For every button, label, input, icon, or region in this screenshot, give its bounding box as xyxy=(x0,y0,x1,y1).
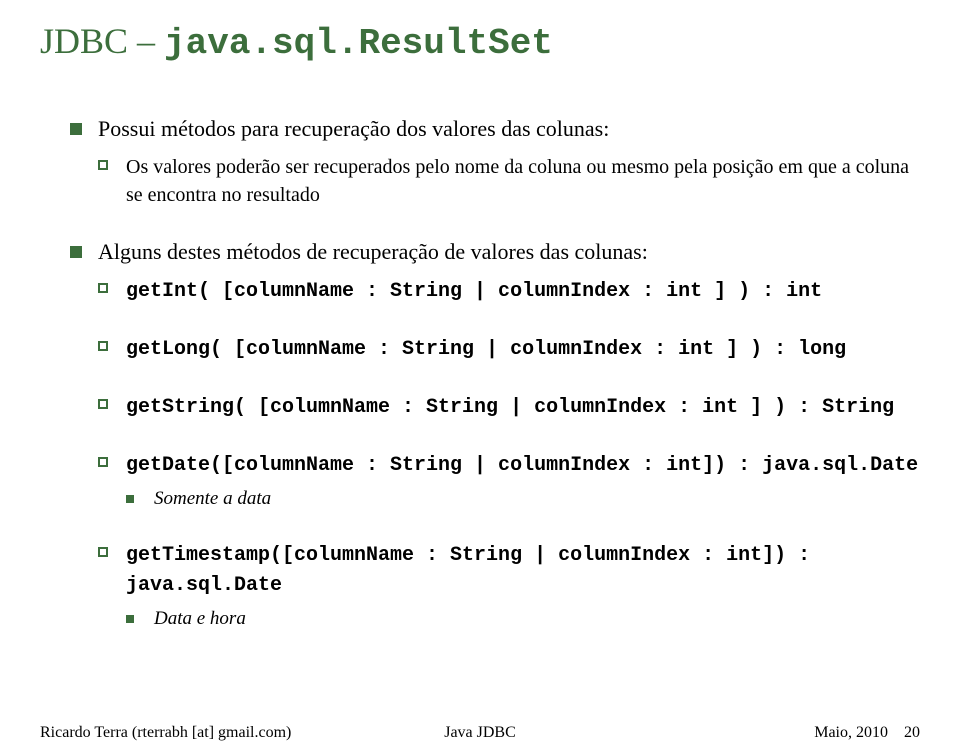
method-gettimestamp: getTimestamp([columnName : String | colu… xyxy=(98,540,920,600)
method-gettimestamp-note: Data e hora xyxy=(126,606,920,633)
bullet-text: Os valores poderão ser recuperados pelo … xyxy=(126,156,909,206)
content-list: Possui métodos para recuperação dos valo… xyxy=(40,114,920,633)
bullet-text: Alguns destes métodos de recuperação de … xyxy=(98,239,648,264)
bullet-text: Possui métodos para recuperação dos valo… xyxy=(98,116,609,141)
method-getdate: getDate([columnName : String | columnInd… xyxy=(98,450,920,480)
square-hollow-icon xyxy=(98,399,108,409)
bullet-methods-sub: Os valores poderão ser recuperados pelo … xyxy=(98,153,920,209)
footer-page: 20 xyxy=(904,724,920,741)
method-signature: getInt( [columnName : String | columnInd… xyxy=(126,280,822,303)
method-signature: getLong( [columnName : String | columnIn… xyxy=(126,338,846,361)
method-getint: getInt( [columnName : String | columnInd… xyxy=(98,276,920,306)
note-text: Data e hora xyxy=(154,608,246,629)
footer-author: Ricardo Terra (rterrabh [at] gmail.com) xyxy=(40,724,291,742)
square-hollow-icon xyxy=(98,160,108,170)
square-bullet-icon xyxy=(126,495,134,503)
square-bullet-icon xyxy=(126,615,134,623)
method-signature: getString( [columnName : String | column… xyxy=(126,396,894,419)
square-hollow-icon xyxy=(98,341,108,351)
method-getdate-note: Somente a data xyxy=(126,486,920,513)
footer-title: Java JDBC xyxy=(444,724,516,742)
square-hollow-icon xyxy=(98,283,108,293)
footer-date: Maio, 2010 xyxy=(814,724,888,741)
square-hollow-icon xyxy=(98,457,108,467)
title-prefix: JDBC – xyxy=(40,21,164,61)
method-signature: getDate([columnName : String | columnInd… xyxy=(126,454,918,477)
footer-right: Maio, 2010 20 xyxy=(814,724,920,742)
square-hollow-icon xyxy=(98,547,108,557)
page-title: JDBC – java.sql.ResultSet xyxy=(40,20,920,64)
square-bullet-icon xyxy=(70,246,82,258)
title-code: java.sql.ResultSet xyxy=(164,23,553,64)
bullet-methods-intro: Possui métodos para recuperação dos valo… xyxy=(70,114,920,145)
note-text: Somente a data xyxy=(154,488,271,509)
method-signature: getTimestamp([columnName : String | colu… xyxy=(126,544,810,597)
method-getstring: getString( [columnName : String | column… xyxy=(98,392,920,422)
bullet-methods-list: Alguns destes métodos de recuperação de … xyxy=(70,237,920,268)
square-bullet-icon xyxy=(70,123,82,135)
slide: JDBC – java.sql.ResultSet Possui métodos… xyxy=(0,0,960,742)
method-getlong: getLong( [columnName : String | columnIn… xyxy=(98,334,920,364)
